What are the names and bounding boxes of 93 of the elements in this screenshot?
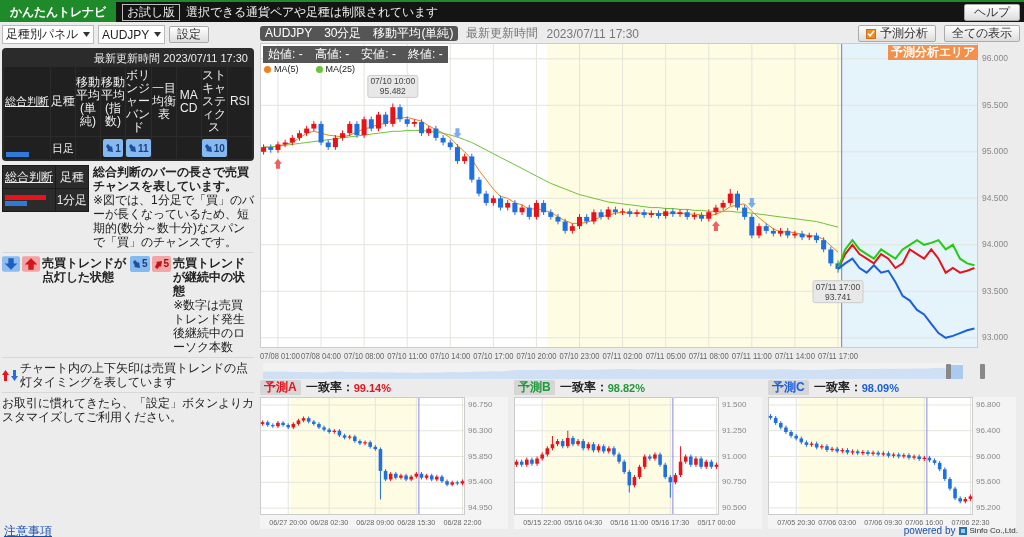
table-cell: 1分足 <box>56 189 88 211</box>
axis-label: 95.600 <box>976 477 1001 487</box>
axis-label: 96.000 <box>976 451 1001 461</box>
axis-label: 07/11 02:00 <box>602 351 647 361</box>
signal-badge: 5 <box>151 256 172 272</box>
column-header: ストキャスティクス <box>201 67 227 136</box>
axis-label: 94.950 <box>468 503 493 513</box>
axis-label: 91.000 <box>722 451 747 461</box>
legend-label: MA(25) <box>325 64 355 74</box>
axis-label: 07/11 17:00 <box>818 351 863 361</box>
match-rate: 98.82% <box>607 381 645 394</box>
note-title: 総合判断のバーの長さで売買チャンスを表しています。 <box>93 165 250 193</box>
legend-label: MA(5) <box>274 64 299 74</box>
axis-label: 06/28 22:00 <box>443 518 486 527</box>
axis-label: 95.400 <box>468 477 493 487</box>
help-button[interactable]: ヘルプ <box>964 3 1020 21</box>
note-text: ※数字は売買トレンド発生後継続中のローソク本数 <box>173 298 247 354</box>
pair-select[interactable]: AUDJPY <box>98 25 166 44</box>
updated-time: 最新更新時間 2023/07/11 17:30 <box>94 52 248 64</box>
axis-label: 91.500 <box>722 400 747 410</box>
axis-label: 95.200 <box>976 503 1001 513</box>
axis-label: 05/16 17:30 <box>651 518 694 527</box>
show-all-button[interactable]: 全ての表示 <box>944 25 1020 42</box>
axis-label: 05/17 00:00 <box>697 518 740 527</box>
axis-label: 94.500 <box>982 192 1008 203</box>
match-label: 一致率： <box>559 379 608 396</box>
axis-label: 06/28 02:30 <box>310 518 353 527</box>
powered-by-text: powered by <box>903 525 956 536</box>
updated-label: 最新更新時間 <box>466 25 539 42</box>
ohlc-value: 終値: - <box>408 46 443 63</box>
axis-label: 94.000 <box>982 239 1008 250</box>
axis-label: 96.000 <box>982 53 1008 64</box>
axis-label: 90.750 <box>722 477 747 487</box>
ohlc-value: 高値: - <box>314 46 350 63</box>
signal-badge: 5 <box>130 256 150 272</box>
table-cell: 日足 <box>51 137 75 159</box>
column-header: 足種 <box>51 67 75 136</box>
match-rate: 98.09% <box>861 381 899 394</box>
axis-label: 93.000 <box>982 332 1008 342</box>
axis-label: 96.300 <box>468 425 493 435</box>
forecast-area-badge: 予測分析エリア <box>888 45 978 60</box>
forecast-toggle[interactable]: 予測分析 <box>858 25 936 42</box>
axis-label: 95.000 <box>982 146 1008 157</box>
legend-label: 売買トレンドが継続中の状態 <box>173 256 247 298</box>
trial-badge: お試し版 <box>122 3 180 21</box>
match-label: 一致率： <box>305 379 354 396</box>
axis-label: 93.500 <box>982 285 1008 296</box>
notice-text: 選択できる通貨ペアや足種は制限されています <box>186 3 438 21</box>
legend-label: 売買トレンドが点灯した状態 <box>42 256 126 284</box>
company-name: Sinfo Co.,Ltd. <box>969 526 1018 535</box>
column-header: ボリンジャーバンド <box>126 67 151 136</box>
notice-link[interactable]: 注意事項 <box>4 524 52 537</box>
axis-label: 05/16 11:00 <box>610 518 652 527</box>
column-header: 移動平均(単純) <box>76 67 101 136</box>
axis-label: 95.850 <box>468 451 493 461</box>
axis-label: 96.400 <box>976 425 1001 435</box>
ohlc-value: 始値: - <box>268 46 303 63</box>
settings-button[interactable]: 設定 <box>169 26 210 43</box>
axis-label: 96.750 <box>468 400 493 410</box>
axis-label: 07/06 16:00 <box>905 518 948 527</box>
price-tooltip: 07/11 17:00 93.741 <box>812 280 864 304</box>
signal-badge[interactable]: 1 <box>103 139 123 157</box>
column-header: 移動平均(指数) <box>101 67 126 136</box>
axis-label: 07/06 03:00 <box>818 518 861 527</box>
ohlc-value: 安値: - <box>361 46 396 63</box>
note-text: ※図では、1分足で「買」のバーが長くなっているため、短期的(数分～数十分)なスパンで「買」のチャンスです。 <box>93 193 254 249</box>
panel-select[interactable]: 足種別パネル <box>2 25 94 44</box>
app-logo: かんたんトレナビ <box>0 2 116 22</box>
axis-label: 06/28 15:30 <box>397 518 440 527</box>
match-rate: 99.14% <box>353 381 391 394</box>
column-header: 足種 <box>56 166 88 188</box>
column-header: 総合判断 <box>3 166 55 188</box>
match-label: 一致率： <box>813 379 862 396</box>
axis-label: 07/06 22:30 <box>951 518 994 527</box>
axis-label: 91.250 <box>722 425 747 435</box>
column-header: 総合判断 <box>4 67 50 136</box>
signal-badge[interactable]: 10 <box>201 139 227 157</box>
axis-label: 05/16 04:30 <box>564 518 607 527</box>
column-header: 一目均衡表 <box>151 67 176 136</box>
updated-time: 2023/07/11 17:30 <box>546 26 639 41</box>
signal-badge[interactable]: 11 <box>126 139 151 157</box>
axis-label: 90.500 <box>722 503 747 513</box>
axis-label: 95.500 <box>982 99 1008 110</box>
column-header: MACD <box>176 67 201 136</box>
chart-title: AUDJPY 30分足 移動平均(単純) <box>260 26 459 41</box>
note-text: お取引に慣れてきたら、「設定」ボタンよりカスタマイズしてご利用ください。 <box>2 396 254 424</box>
axis-label: 07/11 11:00 <box>731 351 776 361</box>
axis-label: 07/11 05:00 <box>645 351 690 361</box>
axis-label: 96.800 <box>976 400 1001 410</box>
note-text: チャート内の上下矢印は売買トレンドの点灯タイミングを表しています <box>20 361 249 389</box>
price-tooltip: 07/10 10:00 95.482 <box>367 74 419 98</box>
column-header: RSI <box>227 67 252 136</box>
forecast-tab[interactable]: 予測C <box>768 380 809 395</box>
